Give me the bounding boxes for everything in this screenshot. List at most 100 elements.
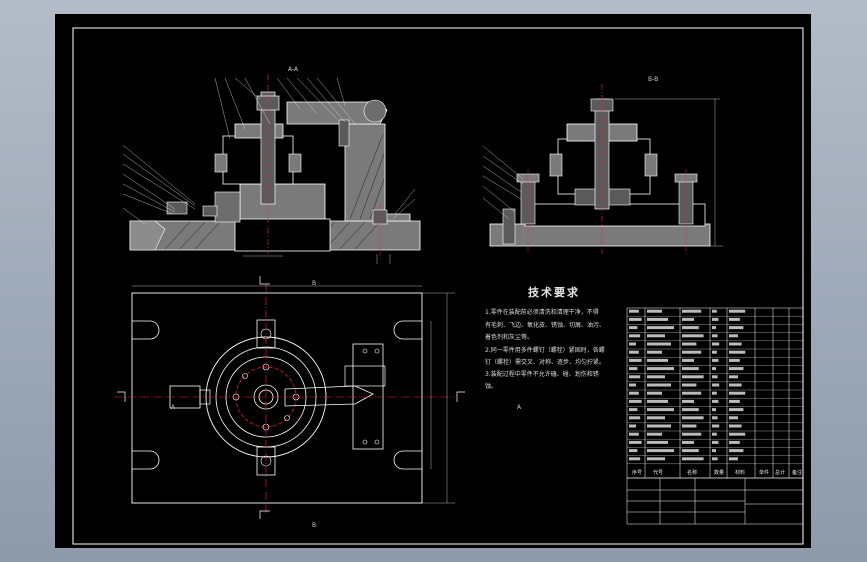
bom-entry-mark — [729, 440, 740, 444]
bom-entry-mark — [682, 457, 704, 461]
cut-marker-a-right: A — [517, 404, 522, 411]
bom-entry-mark — [647, 317, 668, 321]
bom-entry-mark — [682, 350, 702, 354]
bom-entry-mark — [647, 350, 662, 354]
bom-header-total: 总计 — [775, 470, 786, 476]
bom-entry-mark — [712, 334, 718, 338]
bom-entry-mark — [682, 317, 694, 321]
bom-entry-mark — [647, 416, 665, 420]
bom-entry-mark — [682, 342, 697, 346]
cad-viewport[interactable]: A-A B-B B B A A 技术要求 1.零件在装配前必须清洗和清理干净，不… — [55, 14, 811, 548]
bom-header-qty: 数量 — [714, 470, 725, 476]
cut-marker-b-bottom: B — [312, 522, 317, 529]
bom-entry-mark — [729, 367, 744, 371]
bom-entry-mark — [712, 350, 717, 354]
bom-entry-mark — [629, 399, 642, 403]
title-block — [626, 477, 804, 525]
bom-entry-mark — [712, 326, 716, 330]
bom-entry-mark — [629, 383, 636, 387]
bom-entry-mark — [647, 309, 662, 313]
bom-entry-mark — [647, 457, 665, 461]
top-view — [115, 276, 465, 519]
bom-entry-mark — [629, 457, 641, 461]
bom-entry-mark — [629, 391, 639, 395]
bom-entry-mark — [629, 317, 642, 321]
bom-entry-mark — [712, 317, 719, 321]
assembly-drawing — [72, 27, 804, 545]
bom-entry-mark — [729, 408, 744, 412]
bom-entry-mark — [729, 317, 740, 321]
bom-entry-mark — [682, 367, 699, 371]
bom-entry-mark — [647, 383, 671, 387]
bom-entry-mark — [629, 432, 639, 436]
bom-entry-mark — [729, 457, 738, 461]
bom-entry-mark — [729, 383, 742, 387]
bom-entry-mark — [647, 342, 671, 346]
bom-entry-mark — [682, 375, 704, 379]
bom-entry-mark — [712, 424, 720, 428]
bom-entry-mark — [682, 309, 702, 313]
section-label-a: A-A — [288, 66, 299, 73]
bom-entry-mark — [729, 358, 740, 362]
bom-entry-mark — [712, 383, 720, 387]
bom-entry-mark — [629, 342, 636, 346]
bom-entry-mark — [729, 309, 746, 313]
bom-entry-mark — [647, 326, 674, 330]
bom-entry-mark — [647, 449, 674, 453]
bom-entry-mark — [682, 416, 704, 420]
bom-entry-mark — [682, 334, 704, 338]
bom-entry-mark — [647, 391, 662, 395]
bom-entry-mark — [729, 449, 744, 453]
bom-header-index: 序号 — [632, 470, 643, 476]
cut-marker-a-left: A — [171, 404, 176, 411]
bom-entry-mark — [729, 326, 744, 330]
bom-entry-mark — [729, 350, 746, 354]
bom-entry-mark — [629, 449, 638, 453]
bom-entry-mark — [729, 375, 738, 379]
bom-header-material: 材料 — [735, 470, 746, 476]
bom-entry-mark — [682, 358, 694, 362]
bom-entry-mark — [712, 358, 719, 362]
requirement-line: 钉（螺栓）需交叉、对称、逐步、均匀拧紧。 — [485, 359, 606, 366]
bom-header-code: 代号 — [653, 470, 664, 476]
bom-entry-mark — [729, 432, 746, 436]
bom-entry-mark — [682, 399, 694, 403]
bom-entry-mark — [647, 424, 671, 428]
bom-entry-mark — [629, 309, 639, 313]
bom-entry-mark — [712, 391, 717, 395]
bom-entry-mark — [682, 326, 699, 330]
technical-requirements-title: 技术要求 — [528, 286, 580, 299]
side-section-view — [482, 84, 723, 254]
requirement-line: 着色剂和灰尘等。 — [485, 334, 534, 341]
bom-entry-mark — [682, 449, 699, 453]
bom-entry-mark — [729, 399, 740, 403]
bom-entry-mark — [682, 424, 697, 428]
bom-entry-mark — [712, 342, 720, 346]
bom-entry-mark — [712, 399, 719, 403]
front-section-view — [122, 74, 421, 264]
bom-entry-mark — [712, 309, 717, 313]
bom-entry-mark — [729, 391, 746, 395]
bom-entry-mark — [729, 342, 742, 346]
bom-entry-mark — [629, 367, 638, 371]
bom-entry-mark — [682, 432, 702, 436]
requirement-line: 有毛刺、飞边、氧化皮、锈蚀、切屑、油污、 — [485, 322, 606, 329]
bom-entry-mark — [712, 367, 716, 371]
bom-entry-mark — [647, 440, 668, 444]
bom-entry-mark — [712, 457, 718, 461]
bom-entry-mark — [682, 383, 697, 387]
requirement-line: 蚀。 — [485, 383, 498, 390]
bom-entry-mark — [647, 358, 668, 362]
bom-entry-mark — [647, 367, 674, 371]
bom-entry-mark — [712, 408, 716, 412]
bom-entry-mark — [629, 408, 638, 412]
bom-entry-mark — [647, 408, 674, 412]
bom-entry-mark — [647, 334, 665, 338]
bom-entry-mark — [712, 432, 717, 436]
section-label-b: B-B — [648, 76, 659, 83]
bom-entry-mark — [647, 399, 668, 403]
bom-header-unit: 单件 — [759, 470, 770, 476]
bom-entry-mark — [629, 424, 636, 428]
parts-list-entries — [629, 309, 746, 461]
bom-entry-mark — [629, 375, 641, 379]
